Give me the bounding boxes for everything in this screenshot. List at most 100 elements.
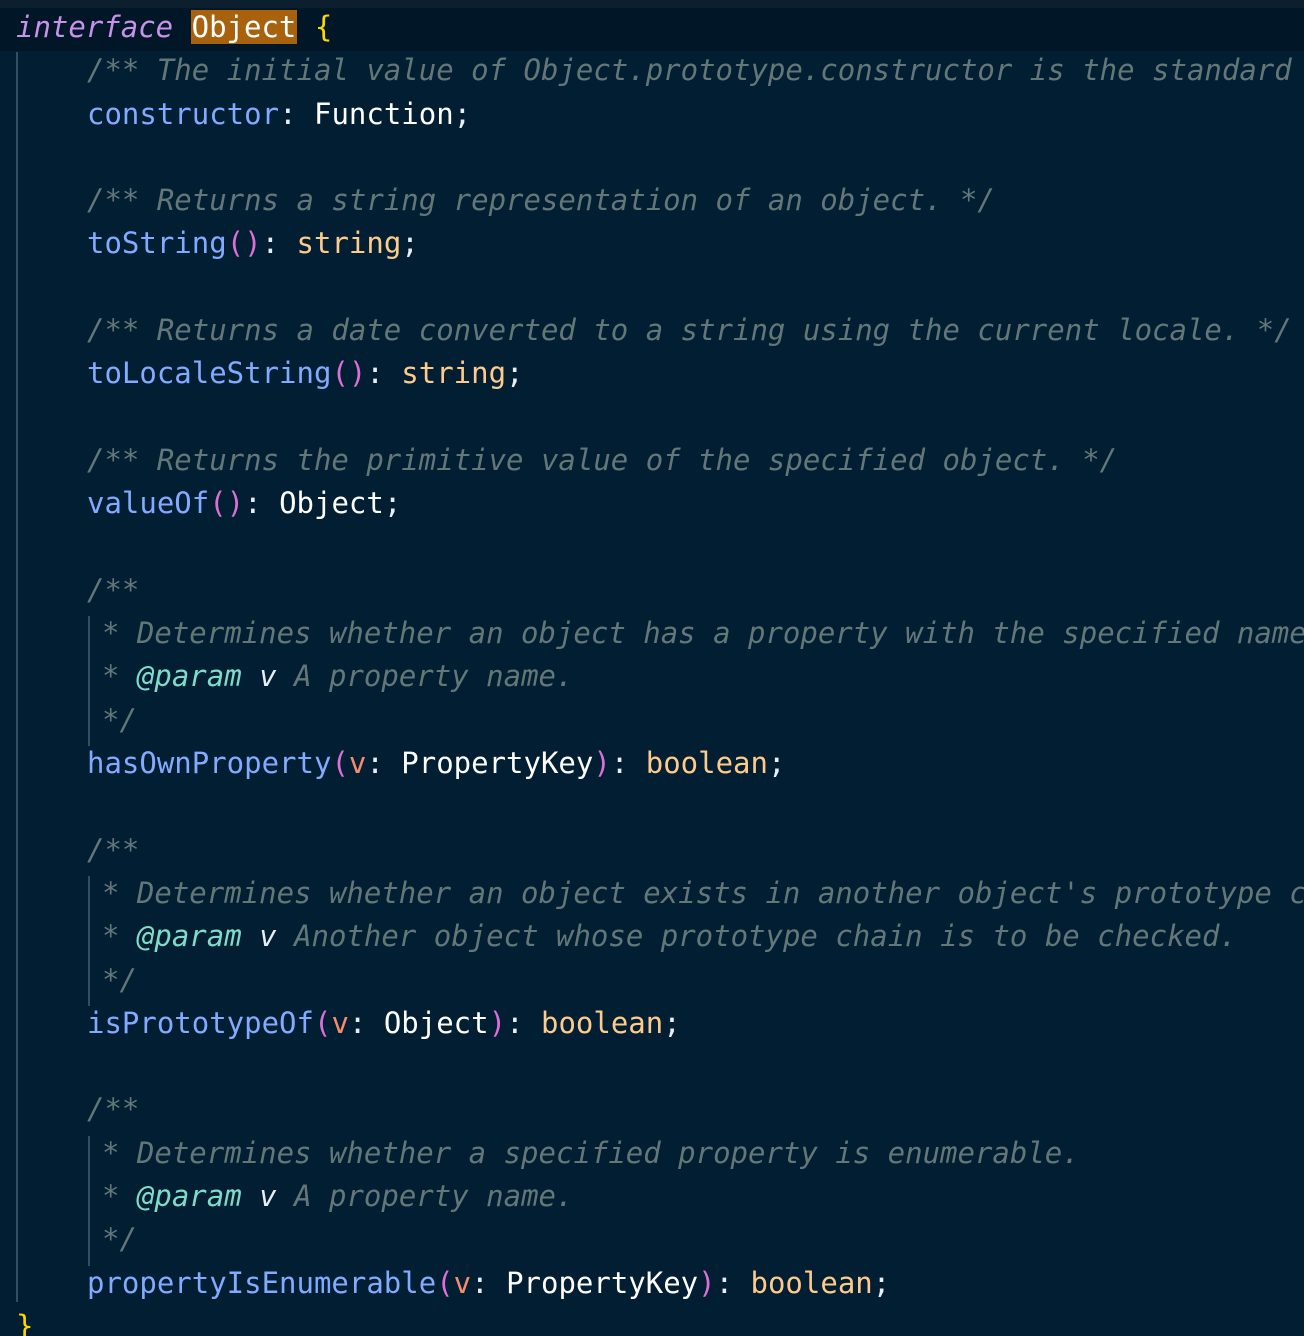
doc-comment-line: */	[102, 962, 137, 997]
colon: :	[366, 356, 402, 391]
doc-comment-line: */	[102, 702, 137, 737]
code-line[interactable]: /** Returns the primitive value of the s…	[0, 439, 1304, 482]
jsdoc-param-name: v	[259, 1179, 277, 1214]
close-paren: )	[488, 1005, 507, 1040]
parameter-type: PropertyKey	[506, 1265, 699, 1300]
code-line[interactable]: valueOf(): Object;	[0, 482, 1304, 525]
doc-comment-line: * Determines whether a specified propert…	[102, 1135, 1080, 1170]
method-name: toString	[87, 226, 227, 261]
blank-line[interactable]	[0, 396, 1304, 439]
code-line[interactable]: /** Returns a string representation of a…	[0, 179, 1304, 222]
colon: :	[279, 96, 314, 131]
doc-comment: /**	[87, 1092, 140, 1127]
colon: :	[244, 486, 280, 521]
code-line[interactable]: * @param v A property name.	[0, 655, 1304, 698]
colon: :	[366, 746, 402, 781]
code-line[interactable]: * @param v Another object whose prototyp…	[0, 915, 1304, 958]
parameter-type: PropertyKey	[401, 746, 594, 781]
code-line[interactable]: /**	[0, 829, 1304, 872]
code-line[interactable]: toString(): string;	[0, 222, 1304, 265]
parameter-name: v	[348, 746, 367, 781]
return-type: boolean	[541, 1005, 664, 1040]
code-line[interactable]: constructor: Function;	[0, 93, 1304, 136]
colon: :	[506, 1005, 541, 1040]
doc-star: *	[102, 1179, 137, 1214]
jsdoc-param-name: v	[259, 659, 277, 694]
close-paren: )	[698, 1265, 716, 1300]
return-type: Object	[279, 486, 384, 521]
colon: :	[471, 1265, 507, 1300]
semicolon: ;	[401, 226, 419, 261]
code-line[interactable]: }	[0, 1305, 1304, 1336]
doc-comment: /** Returns a date converted to a string…	[87, 313, 1292, 348]
code-line[interactable]: isPrototypeOf(v: Object): boolean;	[0, 1002, 1304, 1045]
jsdoc-param-desc: A property name.	[294, 1179, 574, 1214]
blank-line[interactable]	[0, 526, 1304, 569]
code-line[interactable]: hasOwnProperty(v: PropertyKey): boolean;	[0, 742, 1304, 785]
parens: ()	[226, 226, 262, 261]
blank-line[interactable]	[0, 785, 1304, 828]
semicolon: ;	[663, 1005, 681, 1040]
code-line[interactable]: toLocaleString(): string;	[0, 352, 1304, 395]
doc-star: *	[102, 919, 137, 954]
open-paren: (	[436, 1265, 454, 1300]
doc-comment: /** Returns the primitive value of the s…	[87, 442, 1118, 477]
code-line[interactable]: * Determines whether a specified propert…	[0, 1132, 1304, 1175]
code-line[interactable]: * @param v A property name.	[0, 1175, 1304, 1218]
colon: :	[610, 746, 646, 781]
jsdoc-param-name: v	[259, 919, 277, 954]
method-name: propertyIsEnumerable	[87, 1265, 437, 1300]
semicolon: ;	[506, 356, 524, 391]
semicolon: ;	[453, 96, 472, 131]
blank-line[interactable]	[0, 1045, 1304, 1088]
parameter-name: v	[331, 1005, 349, 1040]
parameter-type: Object	[383, 1005, 489, 1040]
doc-comment: /**	[87, 832, 140, 867]
colon: :	[715, 1265, 751, 1300]
doc-comment: /** The initial value of Object.prototyp…	[87, 53, 1292, 88]
code-line[interactable]: interface Object {	[0, 6, 1304, 49]
code-line[interactable]: */	[0, 959, 1304, 1002]
doc-comment: /**	[87, 572, 140, 607]
method-name: toLocaleString	[87, 356, 332, 391]
code-editor[interactable]: interface Object { /** The initial value …	[0, 0, 1304, 1336]
method-name: isPrototypeOf	[87, 1005, 314, 1040]
close-brace: }	[16, 1308, 34, 1336]
semicolon: ;	[383, 486, 402, 521]
code-line[interactable]: /**	[0, 1088, 1304, 1131]
return-type: string	[401, 356, 507, 391]
parameter-name: v	[453, 1265, 472, 1300]
code-lines: interface Object { /** The initial value …	[0, 6, 1304, 1336]
code-line[interactable]: */	[0, 1218, 1304, 1261]
code-line[interactable]: * Determines whether an object exists in…	[0, 872, 1304, 915]
open-paren: (	[313, 1005, 332, 1040]
code-line[interactable]: /** The initial value of Object.prototyp…	[0, 49, 1304, 92]
type-name: Function	[313, 96, 454, 131]
semicolon: ;	[767, 746, 786, 781]
blank-line[interactable]	[0, 136, 1304, 179]
code-line[interactable]: /**	[0, 569, 1304, 612]
code-line[interactable]: /** Returns a date converted to a string…	[0, 309, 1304, 352]
jsdoc-param-desc: A property name.	[294, 659, 574, 694]
method-name: valueOf	[87, 486, 210, 521]
parens: ()	[209, 486, 245, 521]
doc-comment: /** Returns a string representation of a…	[87, 183, 995, 218]
return-type: boolean	[750, 1265, 873, 1300]
code-line[interactable]: * Determines whether an object has a pro…	[0, 612, 1304, 655]
close-paren: )	[593, 746, 611, 781]
method-name: hasOwnProperty	[87, 746, 332, 781]
doc-comment-line: */	[102, 1222, 137, 1257]
colon: :	[261, 226, 297, 261]
code-line[interactable]: */	[0, 699, 1304, 742]
doc-comment-line: * Determines whether an object exists in…	[102, 875, 1304, 910]
doc-comment-line: * Determines whether an object has a pro…	[102, 616, 1304, 651]
interface-keyword: interface	[16, 10, 174, 44]
code-line[interactable]: propertyIsEnumerable(v: PropertyKey): bo…	[0, 1262, 1304, 1305]
blank-line[interactable]	[0, 266, 1304, 309]
semicolon: ;	[872, 1265, 891, 1300]
colon: :	[348, 1005, 384, 1040]
jsdoc-param-desc: Another object whose prototype chain is …	[294, 919, 1237, 954]
parens: ()	[331, 356, 367, 391]
doc-star: *	[102, 659, 137, 694]
jsdoc-param-tag: @param	[136, 1179, 242, 1214]
